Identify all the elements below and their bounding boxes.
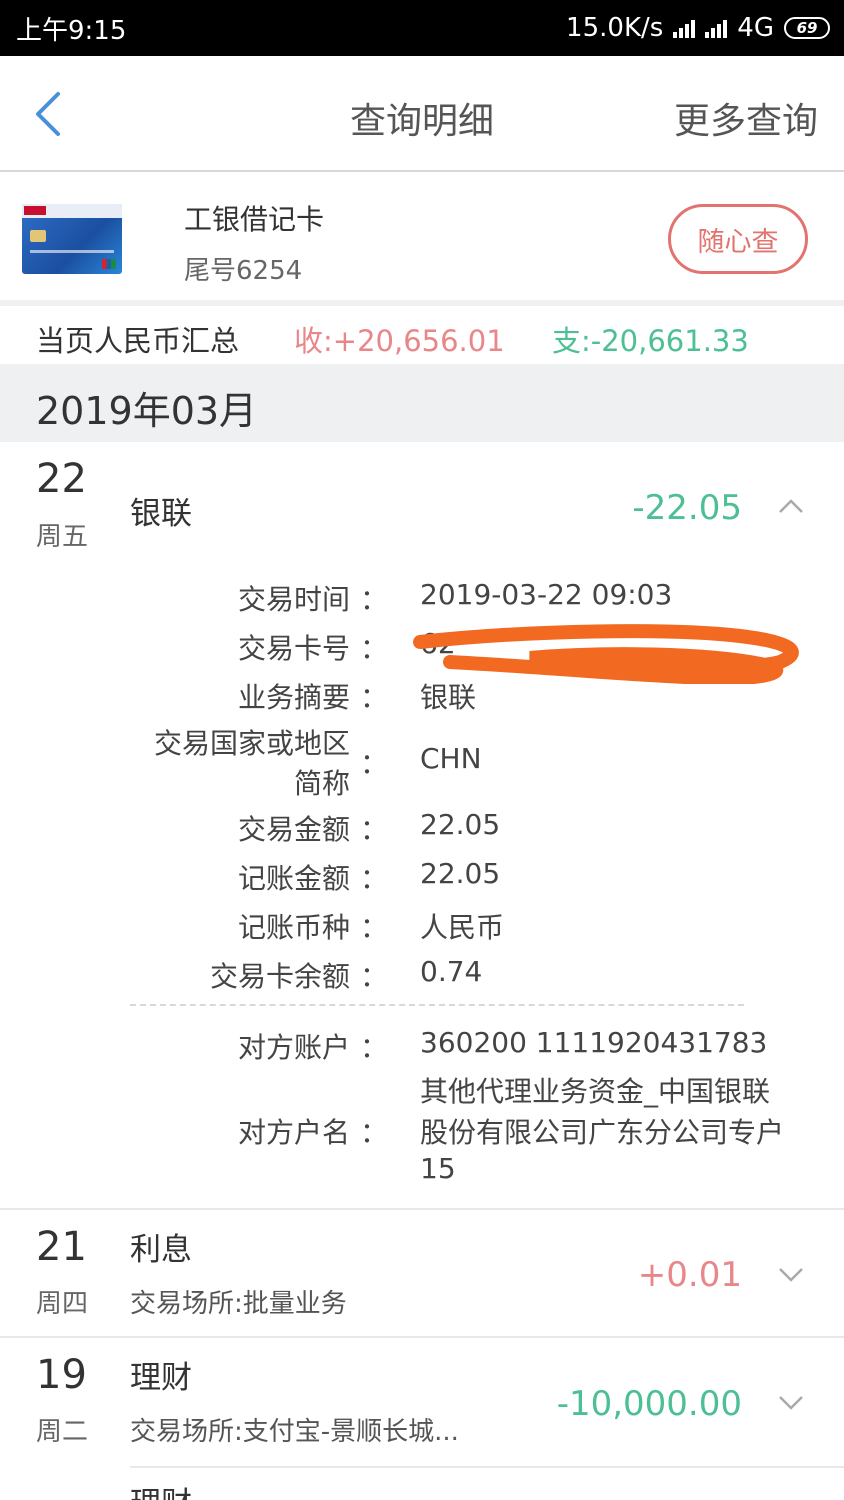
detail-label: 业务摘要 <box>237 681 350 714</box>
month-label: 2019年03月 <box>36 389 258 433</box>
tx-amount: -10,000.00 <box>556 1384 742 1424</box>
detail-label: 交易时间 <box>237 583 350 616</box>
more-query-button[interactable]: 更多查询 <box>674 92 818 144</box>
network-speed: 15.0K/s <box>566 13 664 43</box>
tx-amount: +0.01 <box>637 1255 742 1295</box>
card-name: 工银借记卡 <box>184 203 325 236</box>
tx-weekday: 周四 <box>36 1289 89 1319</box>
month-header: 2019年03月 <box>0 364 844 442</box>
detail-value: 22.05 <box>420 808 501 841</box>
free-query-button[interactable]: 随心查 <box>668 204 808 274</box>
card-info: 工银借记卡 尾号6254 随心查 <box>0 172 844 306</box>
detail-divider <box>130 1004 744 1006</box>
tx-weekday: 周二 <box>36 1417 89 1447</box>
detail-colon: ： <box>360 862 389 895</box>
tx-day: 21 <box>36 1224 87 1270</box>
tx-day: 19 <box>36 1352 87 1398</box>
detail-colon: ： <box>360 632 389 665</box>
detail-value: 22.05 <box>420 857 501 890</box>
tx-title: 理财 <box>130 1360 192 1396</box>
detail-label: 交易卡余额 <box>209 960 350 993</box>
detail-label: 简称 <box>293 767 350 800</box>
tx-subtitle: 交易场所:批量业务 <box>130 1289 347 1319</box>
detail-colon: ： <box>360 911 389 944</box>
tx-amount: -22.05 <box>632 488 742 528</box>
redaction-scribble <box>413 624 799 684</box>
chevron-down-icon[interactable] <box>778 1394 804 1410</box>
battery-icon: 69 <box>784 17 830 39</box>
tx-subtitle: 交易场所:支付宝-景顺长城... <box>130 1417 459 1447</box>
divider <box>0 1336 844 1338</box>
detail-label: 交易金额 <box>237 813 350 846</box>
page-summary: 当页人民币汇总 收:+20,656.01 支:-20,661.33 <box>0 306 844 364</box>
summary-label: 当页人民币汇总 <box>36 324 240 358</box>
detail-colon: ： <box>360 681 389 714</box>
bank-card-image <box>22 204 122 274</box>
divider <box>130 1466 844 1468</box>
detail-value: 股份有限公司广东分公司专户 <box>420 1116 785 1149</box>
summary-income: 收:+20,656.01 <box>294 324 505 358</box>
status-time: 上午9:15 <box>16 15 127 46</box>
card-tail-number: 尾号6254 <box>184 256 303 286</box>
detail-value: 人民币 <box>420 911 505 944</box>
detail-label: 记账币种 <box>237 911 350 944</box>
detail-value: CHN <box>420 742 482 775</box>
tx-title: 银联 <box>130 496 192 532</box>
tx-title: 理财 <box>130 1478 192 1500</box>
detail-value: 360200 1111920431783 <box>420 1026 768 1059</box>
tx-day: 22 <box>36 456 87 502</box>
detail-colon: ： <box>360 1031 389 1064</box>
tx-title: 利息 <box>130 1232 192 1268</box>
detail-label: 记账金额 <box>237 862 350 895</box>
network-type: 4G <box>737 13 774 43</box>
summary-expense: 支:-20,661.33 <box>552 324 749 358</box>
detail-label: 交易国家或地区 <box>153 727 350 760</box>
status-bar: 上午9:15 15.0K/s 4G 69 <box>0 0 844 56</box>
detail-value: 0.74 <box>420 955 483 988</box>
divider <box>0 1208 844 1210</box>
chevron-down-icon[interactable] <box>778 1266 804 1282</box>
tx-weekday: 周五 <box>36 522 89 552</box>
signal-icon <box>673 18 696 38</box>
status-icons: 15.0K/s 4G 69 <box>566 13 830 43</box>
detail-label: 交易卡号 <box>237 632 350 665</box>
detail-colon: ： <box>360 960 389 993</box>
nav-bar: 查询明细 更多查询 <box>0 56 844 172</box>
detail-label: 对方户名 <box>237 1116 350 1149</box>
detail-value: 银联 <box>420 681 477 714</box>
detail-value: 15 <box>420 1152 456 1185</box>
detail-colon: ： <box>360 583 389 616</box>
detail-value: 2019-03-22 09:03 <box>420 578 673 611</box>
chevron-up-icon[interactable] <box>778 498 804 514</box>
detail-colon: ： <box>360 1116 389 1149</box>
detail-label: 对方账户 <box>237 1031 350 1064</box>
detail-colon: ： <box>360 813 389 846</box>
detail-value: 其他代理业务资金_中国银联 <box>420 1075 771 1108</box>
detail-colon: ： <box>360 747 389 780</box>
signal-icon-2 <box>705 18 728 38</box>
